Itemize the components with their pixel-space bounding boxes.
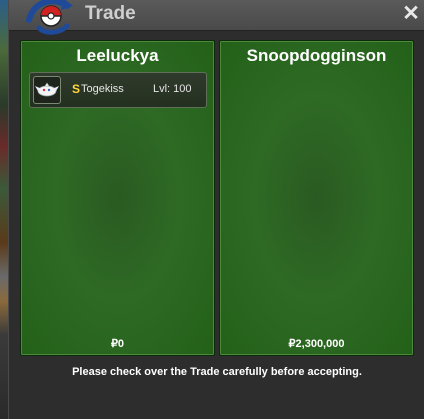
left-money-amount: ₽0	[110, 338, 125, 350]
close-button[interactable]: ✕	[401, 3, 421, 25]
pokemon-level: Lvl: 100	[153, 83, 192, 95]
right-money-amount: ₽2,300,000	[288, 338, 345, 350]
trade-emblem-icon	[26, 0, 73, 35]
title-bar[interactable]: Trade ✕	[9, 0, 424, 35]
close-icon: ✕	[402, 2, 420, 25]
window-title: Trade	[85, 3, 136, 24]
togekiss-icon	[33, 76, 61, 104]
trade-notice: Please check over the Trade carefully be…	[72, 366, 362, 378]
pokemon-name: Togekiss	[81, 83, 124, 95]
left-trade-panel: Leeluckya S Togekiss Lvl: 100 ₽0	[20, 40, 215, 356]
shiny-badge: S	[72, 82, 81, 96]
right-trade-panel: Snoopdogginson ₽2,300,000	[219, 40, 414, 356]
trade-window: Trade ✕ Leeluckya S Togekiss Lvl: 100 ₽0	[8, 0, 424, 419]
right-player-name: Snoopdogginson	[246, 46, 387, 65]
trade-item-slot[interactable]: S Togekiss Lvl: 100	[29, 72, 207, 108]
left-player-name: Leeluckya	[76, 46, 159, 65]
